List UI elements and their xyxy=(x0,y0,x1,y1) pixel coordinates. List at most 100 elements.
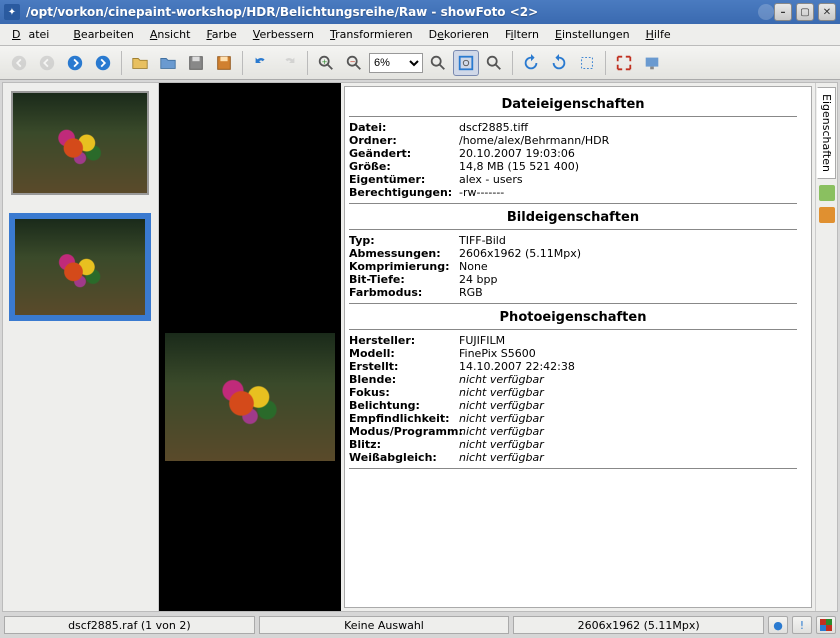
photo-prop-value: FinePix S5600 xyxy=(459,347,536,360)
file-prop-row: Ordner:/home/alex/Behrmann/HDR xyxy=(349,134,797,147)
file-prop-row: Größe:14,8 MB (15 521 400) xyxy=(349,160,797,173)
thumbnail-1[interactable] xyxy=(11,91,149,195)
photo-prop-key: Empfindlichkeit: xyxy=(349,412,459,425)
properties-panel: Dateieigenschaften Datei:dscf2885.tiffOr… xyxy=(344,86,812,608)
photo-prop-key: Belichtung: xyxy=(349,399,459,412)
rotate-right-button[interactable] xyxy=(546,50,572,76)
undo-button[interactable] xyxy=(248,50,274,76)
photo-prop-row: Hersteller:FUJIFILM xyxy=(349,334,797,347)
file-prop-key: Ordner: xyxy=(349,134,459,147)
save-as-button[interactable] xyxy=(211,50,237,76)
menu-datei[interactable]: Datei xyxy=(4,26,65,43)
photo-prop-key: Blende: xyxy=(349,373,459,386)
status-filename: dscf2885.raf (1 von 2) xyxy=(4,616,255,634)
photo-prop-row: Empfindlichkeit:nicht verfügbar xyxy=(349,412,797,425)
image-prop-key: Bit-Tiefe: xyxy=(349,273,459,286)
photo-prop-value: nicht verfügbar xyxy=(459,438,544,451)
image-prop-key: Abmessungen: xyxy=(349,247,459,260)
image-prop-value: TIFF-Bild xyxy=(459,234,506,247)
svg-text:+: + xyxy=(322,56,328,65)
menu-hilfe[interactable]: Hilfe xyxy=(638,26,679,43)
rotate-left-button[interactable] xyxy=(518,50,544,76)
menu-bearbeiten[interactable]: Bearbeiten xyxy=(65,26,141,43)
image-prop-key: Komprimierung: xyxy=(349,260,459,273)
photo-prop-key: Erstellt: xyxy=(349,360,459,373)
metadata-tab-icon[interactable] xyxy=(819,185,835,201)
canvas-area[interactable] xyxy=(159,83,341,611)
image-prop-key: Typ: xyxy=(349,234,459,247)
image-prop-row: Komprimierung:None xyxy=(349,260,797,273)
photo-prop-value: 14.10.2007 22:42:38 xyxy=(459,360,575,373)
file-prop-key: Größe: xyxy=(349,160,459,173)
zoom-select[interactable]: 6% xyxy=(369,53,423,73)
fullscreen-button[interactable] xyxy=(611,50,637,76)
photo-prop-value: nicht verfügbar xyxy=(459,386,544,399)
photo-prop-row: Fokus:nicht verfügbar xyxy=(349,386,797,399)
maximize-button[interactable]: ▢ xyxy=(796,3,814,21)
menu-transformieren[interactable]: Transformieren xyxy=(322,26,421,43)
file-prop-row: Geändert:20.10.2007 19:03:06 xyxy=(349,147,797,160)
photo-prop-row: Modus/Programm:nicht verfügbar xyxy=(349,425,797,438)
file-prop-value: 14,8 MB (15 521 400) xyxy=(459,160,579,173)
photo-props-heading: Photoeigenschaften xyxy=(349,310,797,325)
photo-prop-value: FUJIFILM xyxy=(459,334,505,347)
toolbar: + − 6% xyxy=(0,46,840,80)
nav-prev-button xyxy=(34,50,60,76)
photo-prop-row: Blende:nicht verfügbar xyxy=(349,373,797,386)
photo-prop-row: Blitz:nicht verfügbar xyxy=(349,438,797,451)
photo-prop-key: Weißabgleich: xyxy=(349,451,459,464)
minimize-button[interactable]: – xyxy=(774,3,792,21)
image-prop-value: 24 bpp xyxy=(459,273,497,286)
file-prop-value: -rw------- xyxy=(459,186,504,199)
menubar: Datei Bearbeiten Ansicht Farbe Verbesser… xyxy=(0,24,840,46)
zoom-fit-button[interactable] xyxy=(453,50,479,76)
image-prop-row: Farbmodus:RGB xyxy=(349,286,797,299)
colors-tab-icon[interactable] xyxy=(819,207,835,223)
zoom-in-button[interactable]: + xyxy=(313,50,339,76)
open-folder-button[interactable] xyxy=(155,50,181,76)
nav-last-button[interactable] xyxy=(90,50,116,76)
zoom-100-button[interactable] xyxy=(425,50,451,76)
status-color-button[interactable] xyxy=(816,616,836,634)
close-button[interactable]: ✕ xyxy=(818,3,836,21)
menu-farbe[interactable]: Farbe xyxy=(198,26,244,43)
photo-prop-value: nicht verfügbar xyxy=(459,399,544,412)
zoom-select-button[interactable] xyxy=(481,50,507,76)
photo-prop-key: Modus/Programm: xyxy=(349,425,459,438)
nav-first-button xyxy=(6,50,32,76)
status-info-button[interactable]: ● xyxy=(768,616,788,634)
statusbar: dscf2885.raf (1 von 2) Keine Auswahl 260… xyxy=(0,614,840,636)
status-warn-button[interactable]: ! xyxy=(792,616,812,634)
status-selection: Keine Auswahl xyxy=(259,616,510,634)
menu-filtern[interactable]: Filtern xyxy=(497,26,547,43)
slideshow-button[interactable] xyxy=(639,50,665,76)
status-dimensions: 2606x1962 (5.11Mpx) xyxy=(513,616,764,634)
save-button[interactable] xyxy=(183,50,209,76)
file-prop-value: alex - users xyxy=(459,173,523,186)
photo-prop-value: nicht verfügbar xyxy=(459,425,544,438)
crop-button[interactable] xyxy=(574,50,600,76)
titlebar-decoration xyxy=(758,4,774,20)
zoom-out-button[interactable]: − xyxy=(341,50,367,76)
file-prop-value: /home/alex/Behrmann/HDR xyxy=(459,134,609,147)
photo-prop-value: nicht verfügbar xyxy=(459,373,544,386)
image-prop-row: Bit-Tiefe:24 bpp xyxy=(349,273,797,286)
file-prop-row: Berechtigungen:-rw------- xyxy=(349,186,797,199)
photo-prop-value: nicht verfügbar xyxy=(459,451,544,464)
nav-next-button[interactable] xyxy=(62,50,88,76)
right-tab-bar: Eigenschaften xyxy=(815,83,837,611)
open-file-button[interactable] xyxy=(127,50,153,76)
menu-ansicht[interactable]: Ansicht xyxy=(142,26,199,43)
menu-verbessern[interactable]: Verbessern xyxy=(245,26,322,43)
tab-eigenschaften[interactable]: Eigenschaften xyxy=(817,87,836,179)
svg-text:−: − xyxy=(350,56,356,65)
menu-dekorieren[interactable]: Dekorieren xyxy=(421,26,497,43)
file-props-heading: Dateieigenschaften xyxy=(349,97,797,112)
file-prop-key: Eigentümer: xyxy=(349,173,459,186)
file-prop-key: Berechtigungen: xyxy=(349,186,459,199)
thumbnail-2[interactable] xyxy=(11,215,149,319)
photo-prop-row: Erstellt:14.10.2007 22:42:38 xyxy=(349,360,797,373)
menu-einstellungen[interactable]: Einstellungen xyxy=(547,26,638,43)
file-prop-row: Eigentümer:alex - users xyxy=(349,173,797,186)
photo-prop-key: Hersteller: xyxy=(349,334,459,347)
